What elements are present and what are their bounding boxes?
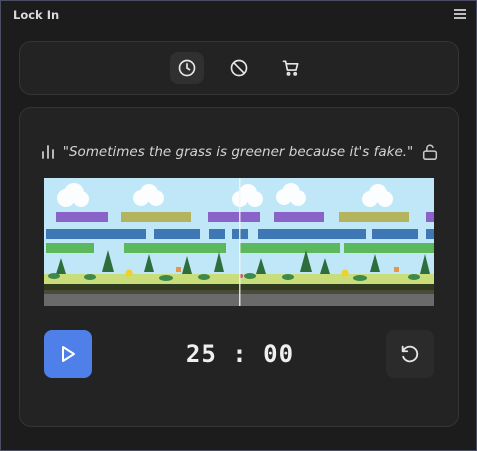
play-icon [62, 346, 75, 362]
tab-shop[interactable] [274, 52, 308, 84]
tab-timer[interactable] [170, 52, 204, 84]
block-icon [230, 59, 248, 77]
focus-panel: "Sometimes the grass is greener because … [19, 107, 459, 427]
pixel-landscape [44, 178, 434, 306]
menu-line [454, 13, 466, 15]
play-button[interactable] [44, 330, 92, 378]
quote-text: "Sometimes the grass is greener because … [62, 144, 414, 160]
menu-line [454, 17, 466, 19]
app-window: Lock In "Sometimes the grass is greener … [0, 0, 477, 451]
cart-icon [282, 60, 299, 76]
title-bar: Lock In [1, 1, 476, 31]
unlock-icon[interactable] [421, 143, 439, 161]
window-title: Lock In [13, 8, 60, 22]
tab-blocklist[interactable] [222, 52, 256, 84]
reset-button[interactable] [386, 330, 434, 378]
clock-icon [178, 59, 196, 77]
stats-icon[interactable] [39, 143, 57, 161]
timer-display: 25 : 00 [185, 340, 295, 368]
menu-button[interactable] [454, 9, 466, 21]
game-scene [44, 178, 434, 306]
quote-row: "Sometimes the grass is greener because … [20, 140, 458, 164]
tab-bar [19, 41, 459, 95]
reset-icon [401, 345, 419, 363]
menu-line [454, 9, 466, 11]
